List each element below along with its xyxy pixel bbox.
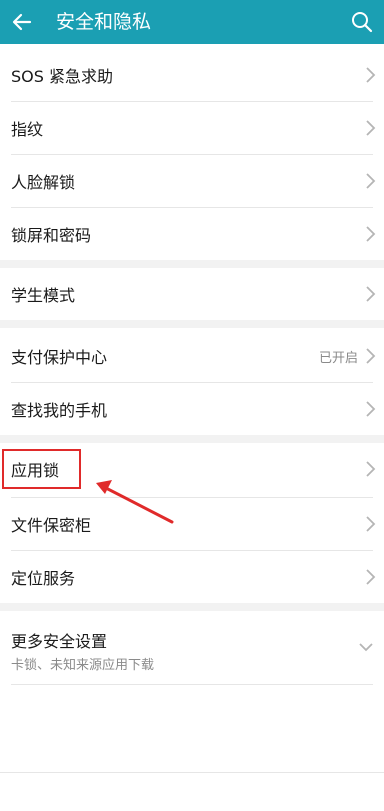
setting-label: 支付保护中心 bbox=[11, 348, 108, 367]
section-gap bbox=[0, 320, 384, 328]
setting-row-find-my-phone[interactable]: 查找我的手机 bbox=[0, 383, 384, 435]
screen: 安全和隐私 SOS 紧急求助 指纹 人脸解锁 锁屏和密码 学生模式 支付保护中心 bbox=[0, 0, 384, 811]
setting-label: 学生模式 bbox=[11, 286, 76, 305]
more-security-settings[interactable]: 更多安全设置 卡锁、未知来源应用下载 bbox=[0, 616, 384, 684]
chevron-right-icon bbox=[366, 286, 376, 302]
setting-row-payment-protection[interactable]: 支付保护中心 已开启 bbox=[0, 330, 384, 382]
setting-row-sos[interactable]: SOS 紧急求助 bbox=[0, 49, 384, 101]
setting-row-lockscreen-password[interactable]: 锁屏和密码 bbox=[0, 208, 384, 260]
setting-row-location-service[interactable]: 定位服务 bbox=[0, 551, 384, 603]
search-icon bbox=[352, 12, 373, 33]
setting-label: 查找我的手机 bbox=[11, 401, 108, 420]
setting-row-file-safe[interactable]: 文件保密柜 bbox=[0, 498, 384, 550]
arrow-left-icon bbox=[12, 13, 32, 31]
chevron-right-icon bbox=[366, 461, 376, 477]
search-button[interactable] bbox=[346, 6, 378, 38]
chevron-right-icon bbox=[366, 569, 376, 585]
setting-label: 文件保密柜 bbox=[11, 516, 92, 535]
chevron-right-icon bbox=[366, 173, 376, 189]
setting-label: 锁屏和密码 bbox=[11, 226, 92, 245]
setting-row-face-unlock[interactable]: 人脸解锁 bbox=[0, 155, 384, 207]
section-gap bbox=[0, 435, 384, 443]
chevron-down-icon[interactable] bbox=[358, 642, 374, 652]
back-button[interactable] bbox=[6, 6, 38, 38]
section-gap bbox=[0, 603, 384, 611]
status-text: 已开启 bbox=[318, 350, 358, 366]
chevron-right-icon bbox=[366, 226, 376, 242]
chevron-right-icon bbox=[366, 401, 376, 417]
setting-label: 指纹 bbox=[11, 120, 44, 139]
chevron-right-icon bbox=[366, 348, 376, 364]
setting-row-fingerprint[interactable]: 指纹 bbox=[0, 102, 384, 154]
chevron-right-icon bbox=[366, 67, 376, 83]
divider bbox=[11, 684, 373, 685]
setting-label: 应用锁 bbox=[11, 461, 60, 480]
setting-label: 人脸解锁 bbox=[11, 173, 76, 192]
bottom-divider bbox=[0, 772, 384, 773]
more-settings-title: 更多安全设置 bbox=[11, 632, 108, 651]
chevron-right-icon bbox=[366, 120, 376, 136]
setting-label: 定位服务 bbox=[11, 569, 76, 588]
setting-row-app-lock[interactable]: 应用锁 bbox=[0, 443, 384, 495]
setting-label: SOS 紧急求助 bbox=[11, 67, 113, 86]
more-settings-subtitle: 卡锁、未知来源应用下载 bbox=[11, 658, 155, 673]
top-bar: 安全和隐私 bbox=[0, 0, 384, 44]
setting-row-student-mode[interactable]: 学生模式 bbox=[0, 268, 384, 320]
chevron-right-icon bbox=[366, 516, 376, 532]
page-title: 安全和隐私 bbox=[56, 11, 152, 33]
section-gap bbox=[0, 260, 384, 268]
